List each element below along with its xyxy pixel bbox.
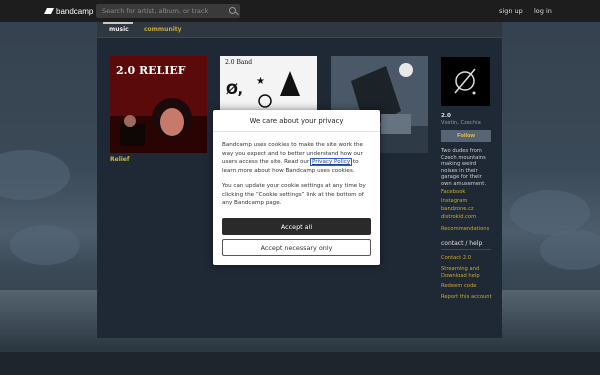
album-cover-text: 2.0 RELIEF <box>116 64 186 77</box>
tab-music[interactable]: music <box>109 26 129 33</box>
artist-name: 2.0 <box>441 113 451 119</box>
logo-text: bandcamp <box>56 6 94 16</box>
link-bandzone[interactable]: bandzone.cz <box>441 206 474 212</box>
divider <box>441 249 491 250</box>
privacy-policy-link[interactable]: Privacy Policy <box>310 158 353 167</box>
bandcamp-logo[interactable]: bandcamp <box>44 6 93 16</box>
accept-necessary-button[interactable]: Accept necessary only <box>222 239 371 256</box>
album-cover-text: 2.0 Band <box>225 59 253 66</box>
background-cloud <box>510 190 590 235</box>
album-cover-relief[interactable]: 2.0 RELIEF <box>110 56 207 153</box>
dialog-body-text: Bandcamp uses cookies to make the site w… <box>222 141 374 175</box>
active-tab-indicator <box>103 22 133 24</box>
artist-photo[interactable] <box>441 57 490 106</box>
link-redeem-code[interactable]: Redeem code <box>441 283 476 289</box>
link-recommendations[interactable]: Recommendations <box>441 226 489 232</box>
link-instagram[interactable]: Instagram <box>441 198 467 204</box>
artist-bio: Two dudes from Czech mountains making we… <box>441 148 486 187</box>
dialog-settings-text: You can update your cookie settings at a… <box>222 183 366 207</box>
dialog-title: We care about your privacy <box>213 110 380 132</box>
svg-text:Ø,: Ø, <box>226 82 243 98</box>
link-facebook[interactable]: Facebook <box>441 189 465 195</box>
background-cloud <box>10 225 80 265</box>
link-report-account[interactable]: Report this account <box>441 294 492 300</box>
follow-button[interactable]: Follow <box>441 130 491 142</box>
link-distrokid[interactable]: distrokid.com <box>441 214 476 220</box>
cookie-consent-dialog: We care about your privacy Bandcamp uses… <box>213 110 380 265</box>
artist-tabs: music community <box>97 22 502 38</box>
artist-location: Vsetin, Czechia <box>441 120 481 126</box>
signup-link[interactable]: sign up <box>499 7 523 15</box>
login-link[interactable]: log in <box>534 7 552 15</box>
bandcamp-logo-icon <box>44 8 54 14</box>
accept-all-button[interactable]: Accept all <box>222 218 371 235</box>
background-footer-strip <box>0 352 600 375</box>
link-streaming-help[interactable]: Streaming and Download help <box>441 266 493 279</box>
tab-community[interactable]: community <box>144 26 182 33</box>
contact-heading: contact / help <box>441 240 483 247</box>
search-input[interactable] <box>96 4 240 18</box>
link-contact[interactable]: Contact 2.0 <box>441 255 471 261</box>
search-icon[interactable] <box>229 7 236 14</box>
artist-logo-icon <box>441 57 490 106</box>
svg-text:★: ★ <box>256 76 265 87</box>
search-box <box>96 4 240 18</box>
album-title-relief[interactable]: Relief <box>110 156 129 163</box>
